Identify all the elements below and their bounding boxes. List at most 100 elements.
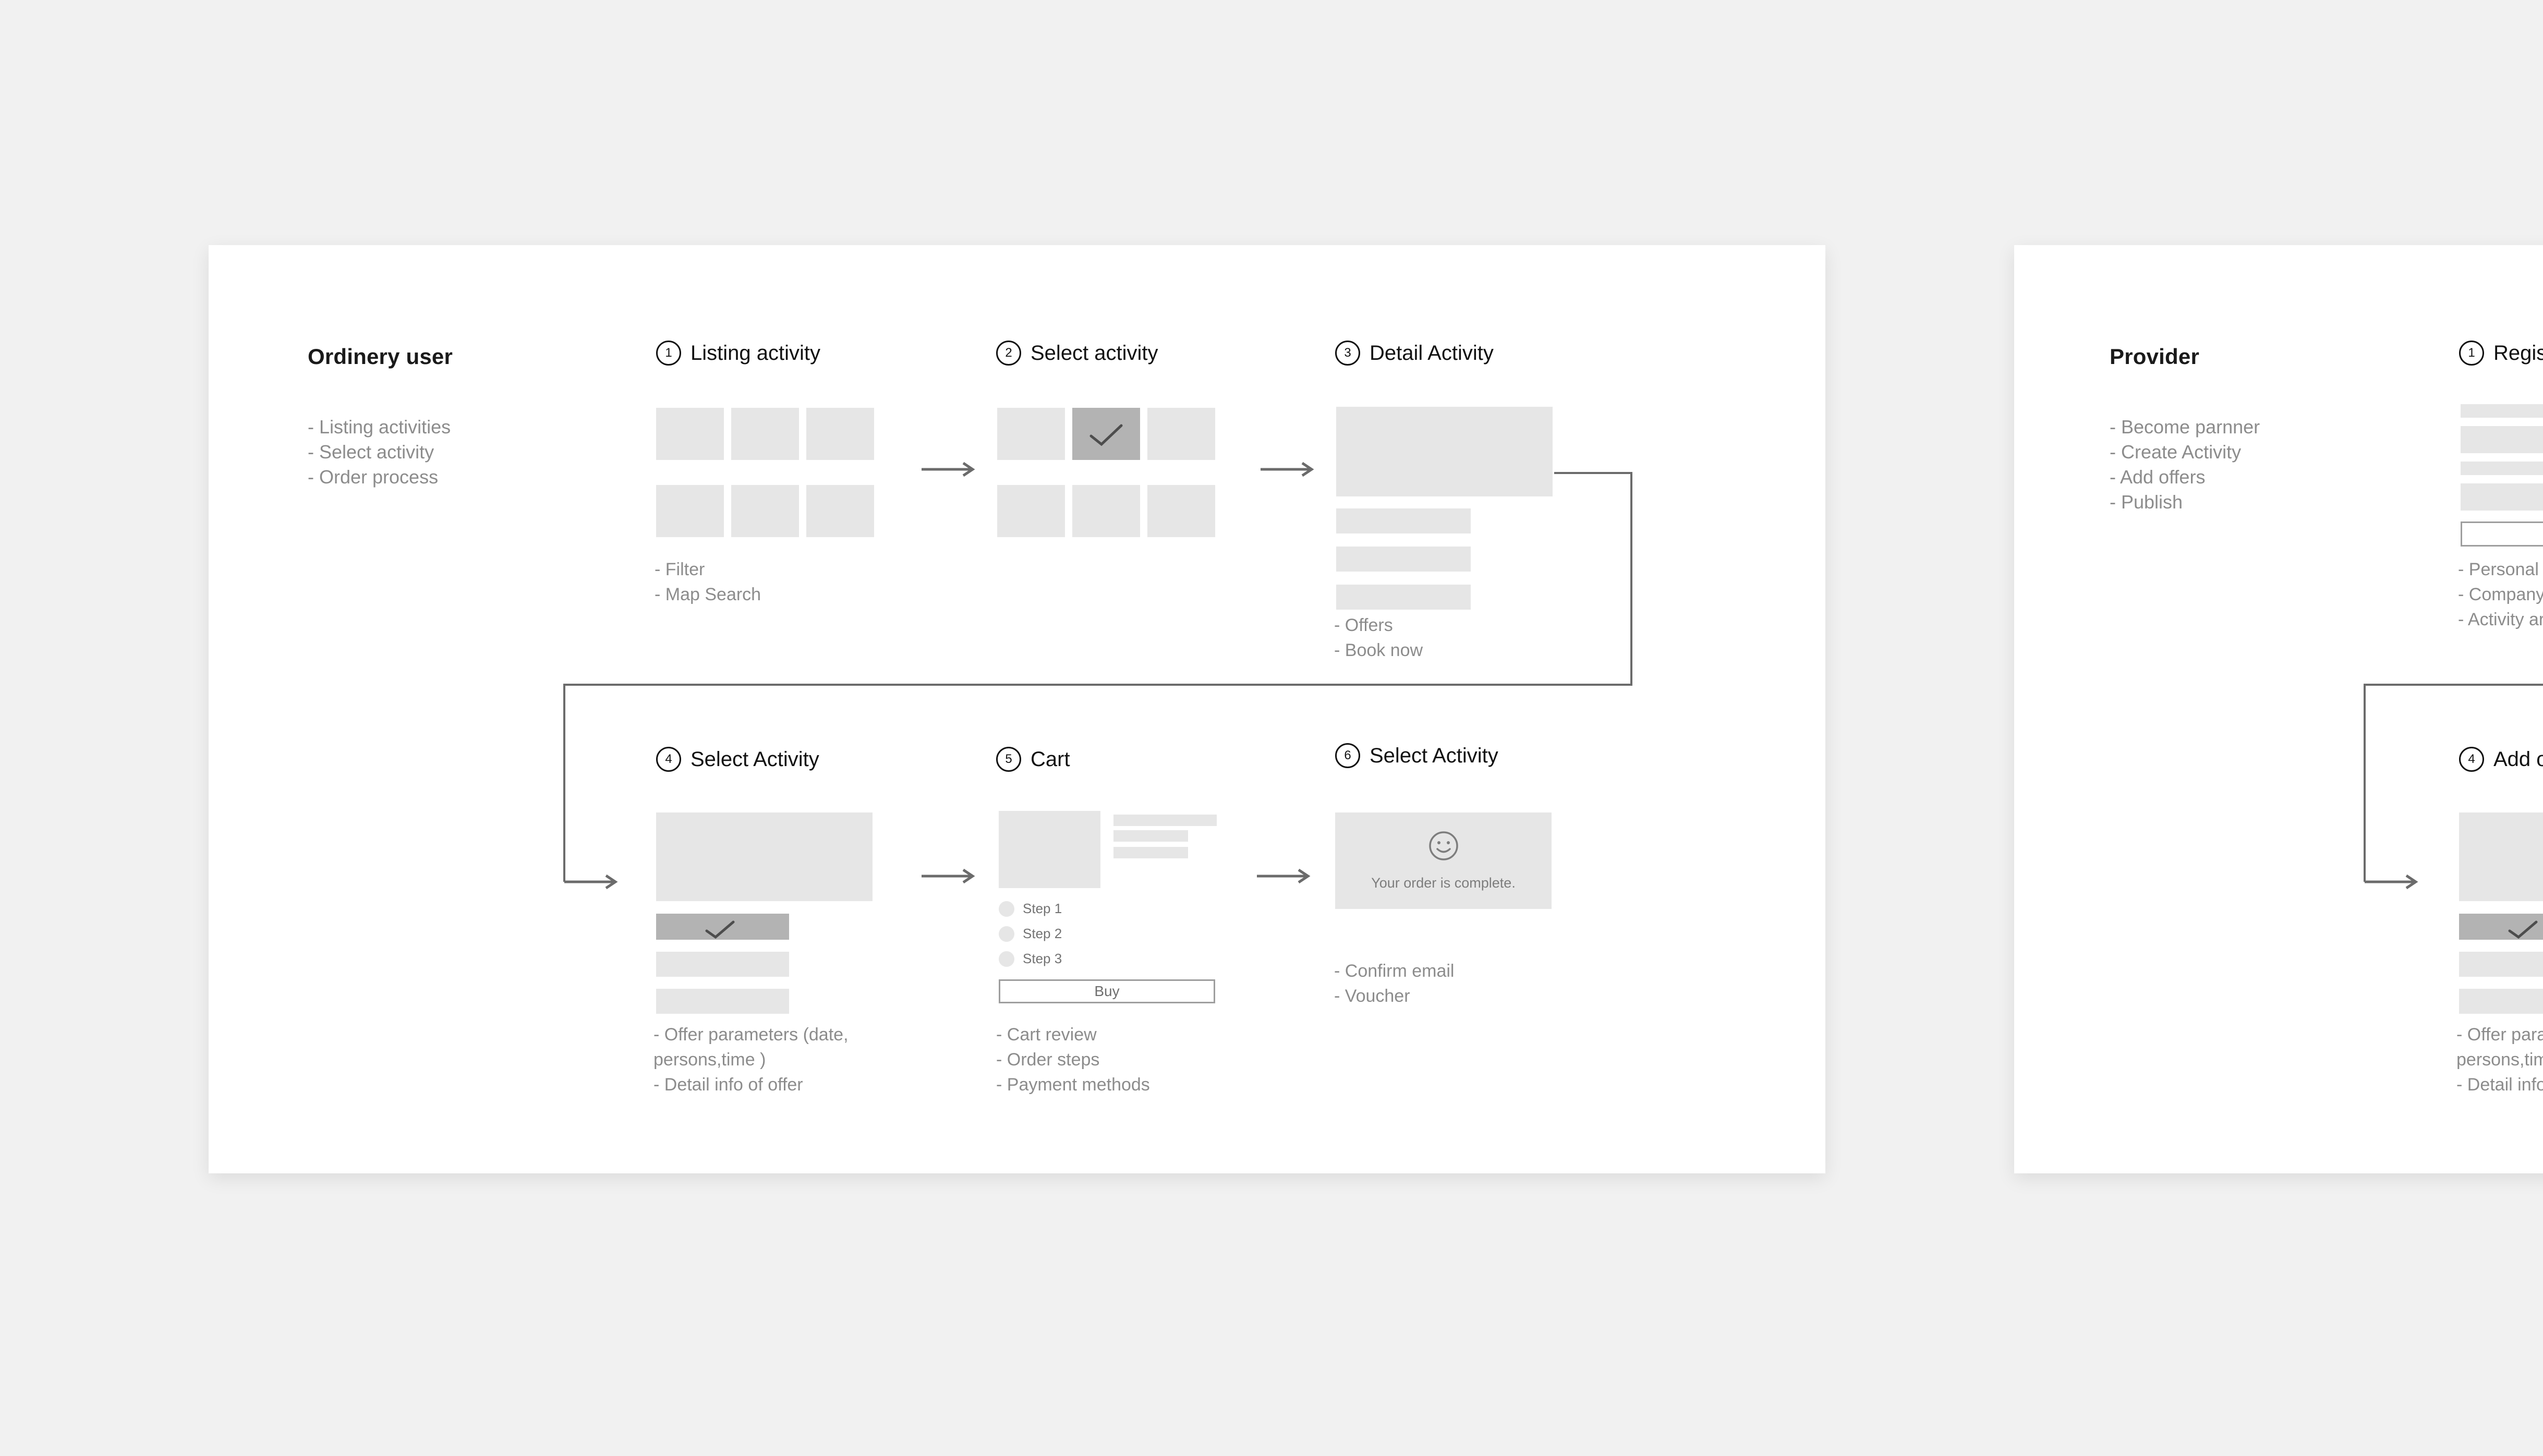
tile-placeholder: [1072, 485, 1140, 537]
step-header-4: 4 Select Activity: [656, 747, 819, 772]
step-title: Registration: [2493, 341, 2543, 365]
offer-option-placeholder: [2459, 989, 2543, 1014]
user-persona-title: Ordinery user: [308, 344, 453, 369]
cart-step-row[interactable]: Step 2: [999, 926, 1062, 942]
step-number-badge: 6: [1335, 743, 1360, 768]
tile-placeholder: [1147, 408, 1215, 460]
annotation-line: - Offers: [1334, 615, 1393, 635]
step-6-annotations: - Confirm email - Voucher: [1334, 958, 1454, 1009]
detail-text-placeholder: [1336, 508, 1471, 533]
cart-step-label: Step 3: [1023, 951, 1062, 966]
cart-thumbnail-placeholder: [999, 811, 1100, 888]
annotation-line: - Cart review: [996, 1025, 1097, 1045]
form-field-placeholder: [2461, 483, 2543, 511]
provider-step-header-1: 1 Registration: [2459, 341, 2543, 366]
cart-text-placeholder: [1113, 830, 1188, 842]
step-title: Add offers: [2493, 747, 2543, 771]
annotation-line: - Offer parameters (date, persons,time ): [2456, 1025, 2543, 1070]
provider-persona-list: - Become parnner - Create Activity - Add…: [2110, 415, 2260, 515]
step-title: Cart: [1031, 747, 1070, 771]
connector-segment: [563, 684, 565, 882]
step-header-5: 5 Cart: [996, 747, 1070, 772]
check-icon: [2508, 920, 2538, 939]
detail-text-placeholder: [1336, 547, 1471, 572]
user-persona-item: - Listing activities: [308, 416, 451, 438]
connector-segment: [1554, 472, 1632, 474]
annotation-line: - Payment methods: [996, 1075, 1150, 1095]
tile-placeholder: [656, 485, 724, 537]
provider-persona-item: - Become parnner: [2110, 416, 2260, 438]
step-header-1: 1 Listing activity: [656, 341, 820, 366]
cart-step-label: Step 2: [1023, 926, 1062, 941]
step-1-annotations: - Filter - Map Search: [655, 557, 761, 607]
tile-placeholder: [731, 408, 799, 460]
provider-persona-item: - Add offers: [2110, 466, 2206, 488]
provider-persona-item: - Create Activity: [2110, 441, 2242, 463]
annotation-line: - Detail info of offer: [653, 1075, 803, 1095]
offer-option-placeholder: [2459, 952, 2543, 977]
radio-icon[interactable]: [999, 901, 1014, 917]
connector-segment: [2364, 684, 2366, 882]
arrow-right-icon: [922, 462, 975, 477]
annotation-line: - Detail info of offer: [2456, 1075, 2543, 1095]
form-field-placeholder: [2461, 426, 2543, 453]
check-icon: [705, 920, 735, 939]
connector-segment: [1630, 472, 1632, 686]
user-persona-item: - Select activity: [308, 441, 434, 463]
step-title: Listing activity: [691, 341, 820, 365]
step-4-annotations: - Offer parameters (date, persons,time )…: [653, 1022, 904, 1097]
annotation-line: - Company data: [2458, 585, 2543, 604]
radio-icon[interactable]: [999, 951, 1014, 967]
step-header-2: 2 Select activity: [996, 341, 1158, 366]
step-title: Select Activity: [691, 747, 819, 771]
tile-placeholder: [806, 408, 874, 460]
tile-placeholder: [1147, 485, 1215, 537]
tile-placeholder: [731, 485, 799, 537]
step-number-badge: 4: [656, 747, 681, 772]
step-5-annotations: - Cart review - Order steps - Payment me…: [996, 1022, 1150, 1097]
annotation-line: - Offer parameters (date, persons,time ): [653, 1025, 849, 1070]
cart-step-row[interactable]: Step 1: [999, 901, 1062, 917]
provider-step-1-annotations: - Personal data - Company data - Activit…: [2458, 557, 2543, 632]
provider-step-4-annotations: - Offer parameters (date, persons,time )…: [2456, 1022, 2543, 1097]
offer-option-placeholder: [656, 952, 789, 977]
buy-button[interactable]: Buy: [999, 979, 1215, 1003]
arrow-right-icon: [564, 874, 618, 890]
tile-placeholder: [806, 485, 874, 537]
cart-step-row[interactable]: Step 3: [999, 951, 1062, 967]
step-number-badge: 4: [2459, 747, 2484, 772]
step-header-3: 3 Detail Activity: [1335, 341, 1494, 366]
form-label-placeholder: [2461, 404, 2543, 418]
user-persona-list: - Listing activities - Select activity -…: [308, 415, 451, 490]
detail-text-placeholder: [1336, 585, 1471, 610]
offer-option-placeholder: [656, 989, 789, 1014]
step-title: Detail Activity: [1370, 341, 1494, 365]
step-title: Select activity: [1031, 341, 1158, 365]
step-number-badge: 1: [2459, 341, 2484, 366]
smiley-face-icon: [1428, 831, 1458, 860]
provider-persona-title: Provider: [2110, 344, 2199, 369]
step-number-badge: 3: [1335, 341, 1360, 366]
registration-input[interactable]: [2461, 521, 2543, 547]
annotation-line: - Filter: [655, 560, 705, 579]
connector-segment: [2364, 684, 2543, 686]
step-number-badge: 1: [656, 341, 681, 366]
order-complete-message: Your order is complete.: [1371, 875, 1516, 891]
step-header-6: 6 Select Activity: [1335, 743, 1498, 768]
tile-placeholder: [656, 408, 724, 460]
offer-image-placeholder: [2459, 812, 2543, 901]
annotation-line: - Confirm email: [1334, 961, 1455, 981]
cart-text-placeholder: [1113, 815, 1217, 826]
annotation-line: - Activity area: [2458, 610, 2543, 629]
annotation-line: - Book now: [1334, 640, 1423, 660]
step-title: Select Activity: [1370, 744, 1498, 767]
radio-icon[interactable]: [999, 926, 1014, 942]
check-icon: [1089, 424, 1123, 446]
offer-image-placeholder: [656, 812, 873, 901]
step-number-badge: 2: [996, 341, 1021, 366]
user-persona-item: - Order process: [308, 466, 439, 488]
form-label-placeholder: [2461, 462, 2543, 475]
annotation-line: - Voucher: [1334, 986, 1410, 1006]
connector-segment: [563, 684, 1632, 686]
cart-step-label: Step 1: [1023, 901, 1062, 916]
